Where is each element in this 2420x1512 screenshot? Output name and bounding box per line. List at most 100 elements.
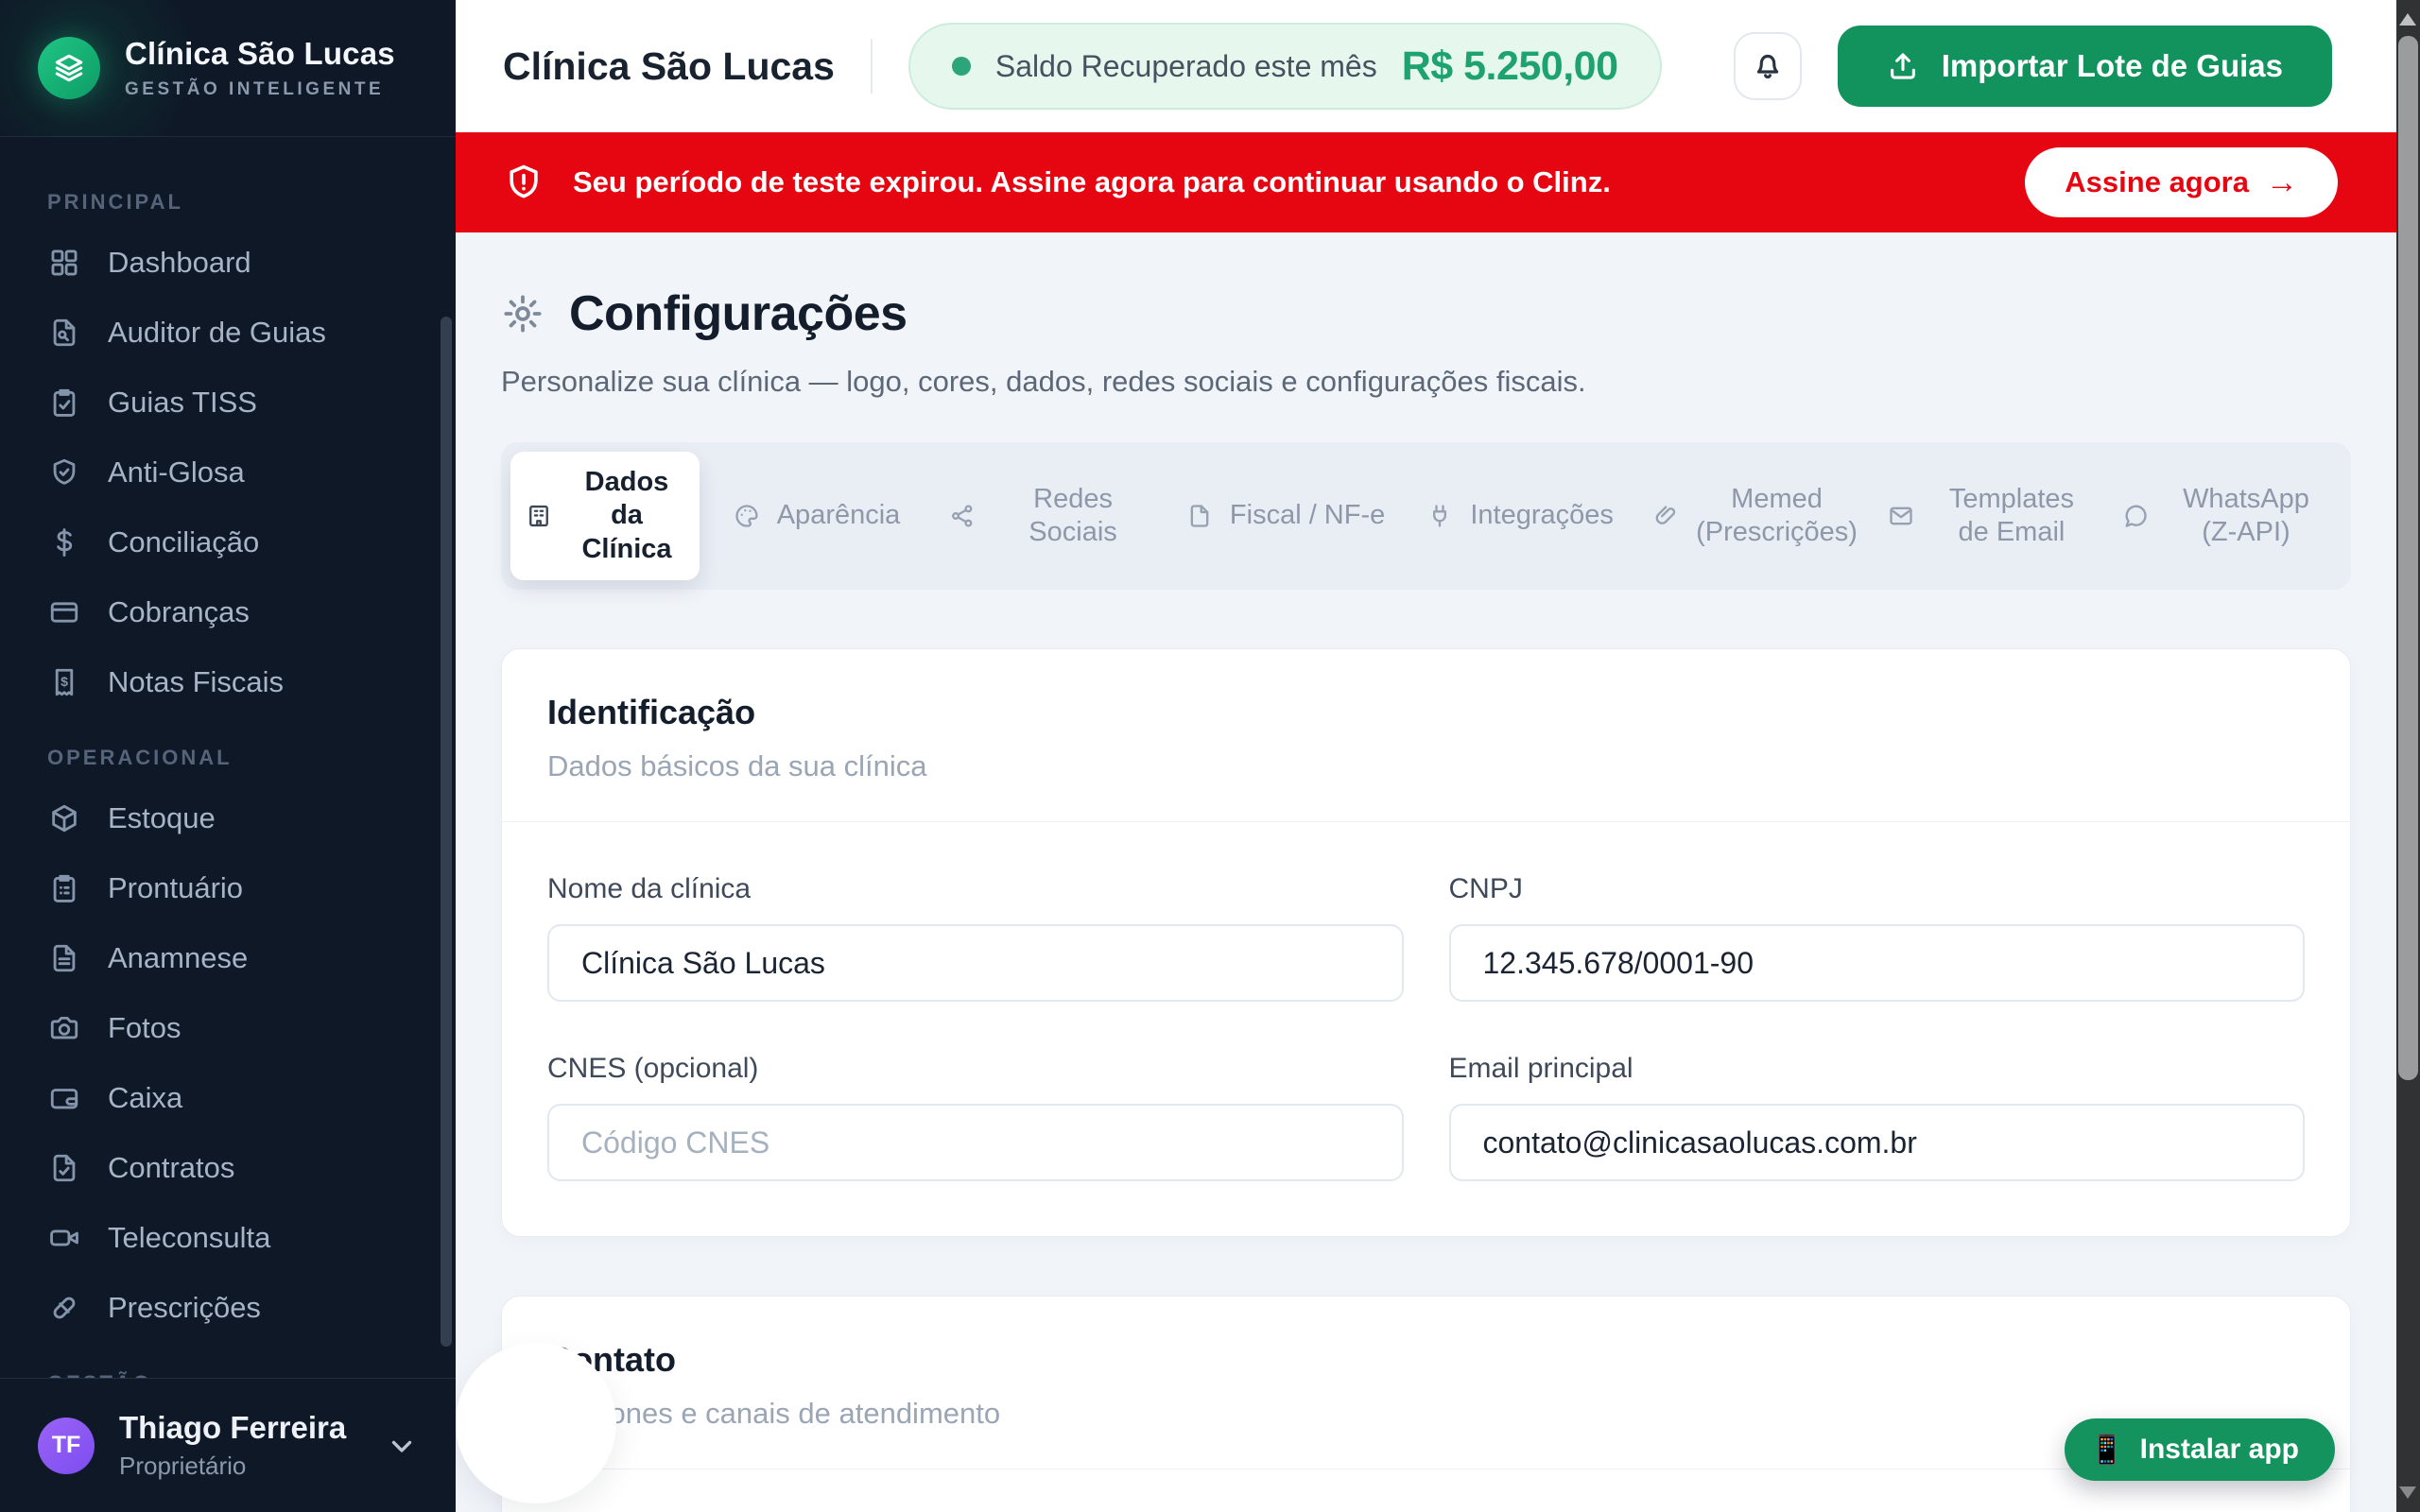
clinic-title: Clínica São Lucas xyxy=(503,44,835,89)
scroll-up-arrow-icon[interactable] xyxy=(2399,13,2416,26)
tab-memed-prescricoes[interactable]: Memed (Prescrições) xyxy=(1637,452,1873,580)
user-name: Thiago Ferreira xyxy=(119,1410,346,1446)
sidebar-item-estoque[interactable]: Estoque xyxy=(0,783,456,853)
file-search-icon xyxy=(47,316,81,350)
email-input[interactable] xyxy=(1449,1104,2306,1181)
receipt-icon: $ xyxy=(47,665,81,699)
sidebar-item-auditor-de-guias[interactable]: Auditor de Guias xyxy=(0,298,456,368)
sidebar-item-label: Fotos xyxy=(108,1011,182,1045)
sidebar-item-label: Dashboard xyxy=(108,246,251,280)
brand-tagline: GESTÃO INTELIGENTE xyxy=(125,79,395,100)
video-icon xyxy=(47,1221,81,1255)
tab-label: Fiscal / NF-e xyxy=(1230,499,1385,532)
tab-aparencia[interactable]: Aparência xyxy=(700,452,934,580)
subscribe-now-button[interactable]: Assine agora → xyxy=(2025,147,2338,217)
dashboard-icon xyxy=(47,246,81,280)
sidebar-item-caixa[interactable]: Caixa xyxy=(0,1063,456,1133)
sidebar-item-guias-tiss[interactable]: Guias TISS xyxy=(0,368,456,438)
sidebar-item-label: Anti-Glosa xyxy=(108,455,245,490)
file-icon xyxy=(1186,503,1215,529)
wallet-icon xyxy=(47,1081,81,1115)
pill-icon xyxy=(47,1291,81,1325)
scroll-down-arrow-icon[interactable] xyxy=(2399,1486,2416,1499)
brand-name: Clínica São Lucas xyxy=(125,36,395,72)
sidebar-item-anamnese[interactable]: Anamnese xyxy=(0,923,456,993)
import-batch-button[interactable]: Importar Lote de Guias xyxy=(1838,26,2332,107)
nav-section-principal: PRINCIPAL xyxy=(0,162,456,228)
phone-icon: 📱 xyxy=(2089,1434,2124,1467)
sidebar-item-notas-fiscais[interactable]: $ Notas Fiscais xyxy=(0,647,456,717)
camera-icon xyxy=(47,1011,81,1045)
sidebar-item-prontuario[interactable]: Prontuário xyxy=(0,853,456,923)
clipboard-check-icon xyxy=(47,386,81,420)
sidebar-item-label: Anamnese xyxy=(108,941,248,975)
sidebar-item-label: Prontuário xyxy=(108,871,243,905)
sidebar-item-cobrancas[interactable]: Cobranças xyxy=(0,577,456,647)
sidebar-item-conciliacao[interactable]: Conciliação xyxy=(0,507,456,577)
page-subtitle: Personalize sua clínica — logo, cores, d… xyxy=(501,365,2351,399)
tab-label: Memed (Prescrições) xyxy=(1696,483,1858,550)
user-panel[interactable]: TF Thiago Ferreira Proprietário xyxy=(0,1378,456,1512)
sidebar-scrollbar[interactable] xyxy=(441,317,452,1347)
tab-dados-da-clinica[interactable]: Dados da Clínica xyxy=(510,452,700,580)
tab-fiscal-nfe[interactable]: Fiscal / NF-e xyxy=(1168,452,1403,580)
sidebar-item-label: Prescrições xyxy=(108,1291,261,1325)
saldo-badge: Saldo Recuperado este mês R$ 5.250,00 xyxy=(908,23,1662,110)
decorative-circle xyxy=(456,1343,616,1503)
install-app-button[interactable]: 📱 Instalar app xyxy=(2065,1418,2335,1481)
card-subtitle: Dados básicos da sua clínica xyxy=(547,749,2305,783)
tab-templates-de-email[interactable]: Templates de Email xyxy=(1873,452,2107,580)
field-label: Nome da clínica xyxy=(547,873,1404,905)
credit-card-icon xyxy=(47,595,81,629)
sidebar-item-teleconsulta[interactable]: Teleconsulta xyxy=(0,1203,456,1273)
cnes-input[interactable] xyxy=(547,1104,1404,1181)
notifications-button[interactable] xyxy=(1734,32,1802,100)
status-dot xyxy=(952,57,971,76)
clinic-name-input[interactable] xyxy=(547,924,1404,1002)
field-cnpj: CNPJ xyxy=(1449,873,2306,1002)
sidebar-item-label: Cobranças xyxy=(108,595,250,629)
tab-label: Aparência xyxy=(777,499,901,532)
main-area: Clínica São Lucas Saldo Recuperado este … xyxy=(456,0,2396,1512)
tab-integracoes[interactable]: Integrações xyxy=(1403,452,1637,580)
saldo-value: R$ 5.250,00 xyxy=(1402,43,1618,90)
tab-label: Templates de Email xyxy=(1931,483,2092,550)
bell-icon xyxy=(1751,49,1785,83)
sidebar-nav: PRINCIPAL Dashboard Auditor de Guias Gui… xyxy=(0,137,456,1378)
svg-text:$: $ xyxy=(60,675,68,690)
brand-text: Clínica São Lucas GESTÃO INTELIGENTE xyxy=(125,36,395,100)
cnpj-input[interactable] xyxy=(1449,924,2306,1002)
field-label: CNPJ xyxy=(1449,873,2306,905)
sidebar-item-label: Estoque xyxy=(108,801,216,835)
tab-whatsapp-zapi[interactable]: WhatsApp (Z-API) xyxy=(2107,452,2342,580)
sidebar-item-dashboard[interactable]: Dashboard xyxy=(0,228,456,298)
paperclip-icon xyxy=(1652,503,1681,529)
palette-icon xyxy=(734,503,762,529)
card-head: Identificação Dados básicos da sua clíni… xyxy=(502,649,2350,821)
chevron-down-icon[interactable] xyxy=(386,1430,418,1462)
sidebar-item-label: Conciliação xyxy=(108,525,259,559)
tab-label: Redes Sociais xyxy=(993,483,1153,550)
nav-section-gestao: GESTÃO xyxy=(0,1343,456,1378)
sidebar-item-label: Guias TISS xyxy=(108,386,257,420)
page-head: Configurações xyxy=(501,285,2351,342)
scrollbar-thumb[interactable] xyxy=(2398,36,2418,1080)
arrow-right-icon: → xyxy=(2266,164,2298,201)
sidebar-item-fotos[interactable]: Fotos xyxy=(0,993,456,1063)
chat-icon xyxy=(2122,503,2151,529)
sidebar-item-anti-glosa[interactable]: Anti-Glosa xyxy=(0,438,456,507)
sidebar-item-contratos[interactable]: Contratos xyxy=(0,1133,456,1203)
clipboard-list-icon xyxy=(47,871,81,905)
settings-tabbar: Dados da Clínica Aparência Redes Sociais… xyxy=(501,442,2351,590)
tab-redes-sociais[interactable]: Redes Sociais xyxy=(934,452,1168,580)
sidebar-item-prescricoes[interactable]: Prescrições xyxy=(0,1273,456,1343)
page-scrollbar[interactable] xyxy=(2396,0,2420,1512)
divider xyxy=(871,39,873,94)
saldo-label: Saldo Recuperado este mês xyxy=(995,49,1377,84)
dollar-icon xyxy=(47,525,81,559)
install-app-label: Instalar app xyxy=(2140,1434,2299,1466)
package-icon xyxy=(47,801,81,835)
sidebar-item-label: Teleconsulta xyxy=(108,1221,270,1255)
layers-icon xyxy=(52,51,86,85)
plug-icon xyxy=(1426,503,1455,529)
